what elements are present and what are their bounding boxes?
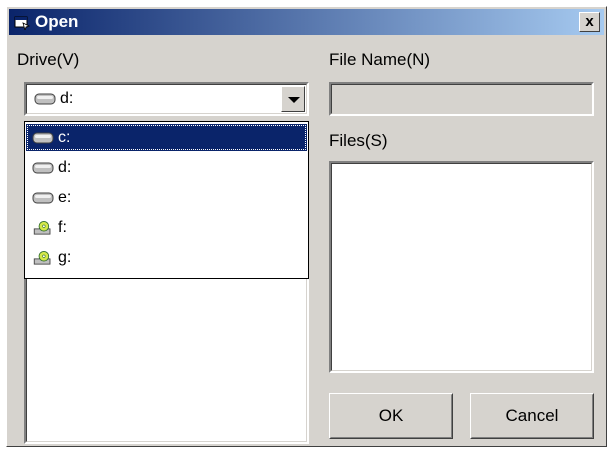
cd-drive-icon	[33, 220, 51, 235]
close-button[interactable]: x	[579, 12, 600, 32]
drive-option-f[interactable]: f:	[26, 214, 307, 241]
drive-option-d[interactable]: d:	[26, 154, 307, 181]
hard-drive-icon	[32, 162, 54, 173]
drive-option-c[interactable]: c:	[26, 124, 307, 151]
dropdown-arrow-button[interactable]	[281, 86, 305, 112]
drive-option-label: f:	[58, 218, 67, 236]
ok-button[interactable]: OK	[329, 393, 453, 439]
drive-selected-text: d:	[60, 90, 74, 107]
drive-label: Drive(V)	[17, 50, 80, 69]
drive-dropdown-list[interactable]: c: d: e: f: g:	[24, 121, 309, 279]
hard-drive-icon	[32, 192, 54, 203]
drive-option-label: g:	[58, 248, 72, 266]
hard-drive-icon	[34, 93, 56, 105]
drive-option-label: c:	[58, 128, 71, 146]
app-window-icon	[14, 16, 30, 30]
title-bar[interactable]: Open x	[9, 9, 604, 35]
hard-drive-icon	[32, 132, 54, 143]
drive-option-e[interactable]: e:	[26, 184, 307, 211]
files-list[interactable]	[329, 161, 594, 373]
drive-option-label: d:	[58, 158, 72, 176]
file-name-field[interactable]	[329, 82, 594, 116]
open-dialog: Open x Drive(V) File Name(N) d: c: d: e:…	[6, 6, 607, 447]
drive-option-label: e:	[58, 188, 72, 206]
cd-drive-icon	[33, 250, 51, 265]
window-title: Open	[35, 12, 79, 31]
drive-combobox[interactable]: d:	[24, 82, 309, 116]
drive-option-g[interactable]: g:	[26, 244, 307, 271]
file-name-label: File Name(N)	[329, 50, 431, 69]
cancel-button[interactable]: Cancel	[470, 393, 594, 439]
files-label: Files(S)	[329, 131, 388, 150]
drive-combobox-value: d:	[34, 90, 73, 108]
